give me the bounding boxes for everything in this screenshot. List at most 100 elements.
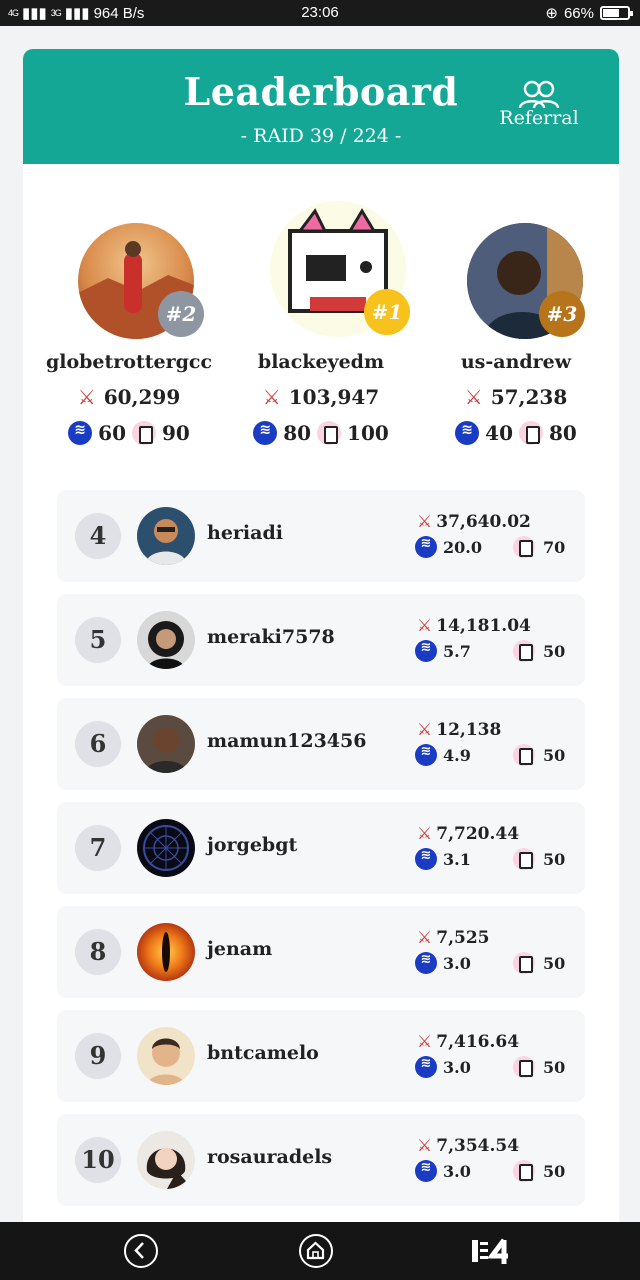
reward-stats: 3.1 50: [415, 848, 565, 870]
steem-token-icon: [415, 640, 437, 662]
pixel-value: 50: [543, 1057, 566, 1077]
pixel-token-icon: [513, 640, 535, 662]
rank-number: 5: [75, 617, 121, 663]
back-icon: [134, 1242, 144, 1259]
pixel-value: 50: [543, 745, 566, 765]
crossed-swords-icon: ⚔: [417, 720, 433, 740]
power-value: 37,640.02: [436, 512, 531, 532]
steem-token-icon: [253, 421, 278, 445]
leaderboard-row[interactable]: 7 jorgebgt ⚔7,720.44 3.1 50: [57, 802, 585, 894]
battery-percent: 66%: [563, 4, 594, 22]
rank-number: 8: [75, 929, 121, 975]
steem-value: 60: [98, 421, 126, 445]
leaderboard-row[interactable]: 5 meraki7578 ⚔14,181.04 5.7 50: [57, 594, 585, 686]
power-value: 57,238: [490, 385, 568, 409]
steem-value: 3.0: [443, 1161, 471, 1181]
power-stat: ⚔ 14,181.04: [417, 616, 531, 636]
pixel-value: 80: [549, 421, 577, 445]
steem-value: 3.0: [443, 953, 471, 973]
crossed-swords-icon: ⚔: [417, 1032, 433, 1052]
power-value: 7,525: [436, 928, 490, 948]
power-value: 14,181.04: [436, 616, 531, 636]
power-value: 7,720.44: [436, 824, 520, 844]
rotation-lock-icon: ⊕: [545, 5, 558, 22]
pixel-token-icon: [317, 421, 342, 445]
steem-value: 3.1: [443, 849, 471, 869]
pixel-token-icon: [519, 421, 543, 445]
steem-value: 5.7: [443, 641, 471, 661]
battery-icon: [600, 6, 633, 20]
power-value: 12,138: [436, 720, 502, 740]
leaderboard-row[interactable]: 8 jenam ⚔7,525 3.0 50: [57, 906, 585, 998]
avatar: [137, 1131, 195, 1189]
reward-stats: 60 90: [34, 421, 224, 445]
steem-token-icon: [415, 744, 437, 766]
pixel-value: 50: [543, 849, 566, 869]
power-stat: ⚔ 57,238: [421, 385, 611, 409]
referral-label: Referral: [499, 107, 579, 129]
menu-button[interactable]: [470, 1234, 508, 1268]
podium-username: blackeyedm: [257, 351, 385, 373]
home-icon: [306, 1241, 325, 1260]
avatar: [137, 819, 195, 877]
podium-username: us-andrew: [460, 351, 572, 373]
rank-number: 10: [75, 1137, 121, 1183]
steem-token-icon: [415, 952, 437, 974]
leaderboard-list: 4 heriadi ⚔37,640.02 20.070 5 meraki7578…: [57, 490, 585, 1218]
reward-stats: 4.9 50: [415, 744, 565, 766]
power-stat: ⚔ 103,947: [226, 385, 416, 409]
pixel-value: 50: [543, 641, 566, 661]
pixel-value: 90: [162, 421, 190, 445]
pixel-token-icon: [513, 848, 535, 870]
crossed-swords-icon: ⚔: [464, 385, 483, 409]
clock: 23:06: [301, 4, 339, 21]
rank-number: 4: [75, 513, 121, 559]
steem-token-icon: [68, 421, 93, 445]
pixel-value: 50: [543, 953, 566, 973]
back-button[interactable]: [124, 1234, 158, 1268]
podium-username: globetrottergcc: [45, 351, 213, 373]
pixel-token-icon: [513, 1056, 535, 1078]
pixel-value: 70: [543, 537, 566, 557]
row-username: meraki7578: [207, 626, 335, 648]
leaderboard-row[interactable]: 6 mamun123456 ⚔12,138 4.9 50: [57, 698, 585, 790]
rank-badge: #2: [158, 291, 204, 337]
power-value: 7,354.54: [436, 1136, 520, 1156]
rank-number: 6: [75, 721, 121, 767]
power-stat: ⚔ 7,416.64: [417, 1032, 519, 1052]
reward-stats: 80 100: [226, 421, 416, 445]
menu-icon: [472, 1238, 508, 1264]
users-icon: [518, 80, 560, 109]
reward-stats: 20.0 70: [415, 536, 565, 558]
steem-token-icon: [415, 536, 437, 558]
leaderboard-row[interactable]: 9 bntcamelo ⚔7,416.64 3.0 50: [57, 1010, 585, 1102]
row-username: jorgebgt: [207, 834, 298, 856]
power-stat: ⚔ 12,138: [417, 720, 501, 740]
power-stat: ⚔ 7,525: [417, 928, 489, 948]
steem-value: 20.0: [443, 537, 482, 557]
reward-stats: 3.0 50: [415, 1056, 565, 1078]
steem-value: 40: [485, 421, 513, 445]
power-stat: ⚔ 7,720.44: [417, 824, 519, 844]
pixel-token-icon: [513, 952, 535, 974]
reward-stats: 5.7 50: [415, 640, 565, 662]
leaderboard-row[interactable]: 10 rosauradels ⚔7,354.54 3.0 50: [57, 1114, 585, 1206]
reward-stats: 3.0 50: [415, 1160, 565, 1182]
leaderboard-row[interactable]: 4 heriadi ⚔37,640.02 20.0 70: [57, 490, 585, 582]
power-value: 60,299: [103, 385, 181, 409]
crossed-swords-icon: ⚔: [262, 385, 281, 409]
row-username: bntcamelo: [207, 1042, 319, 1064]
home-button[interactable]: [299, 1234, 333, 1268]
pixel-token-icon: [132, 421, 156, 445]
row-username: jenam: [207, 938, 273, 960]
battery-status: ⊕ 66%: [545, 4, 633, 22]
reward-stats: 40 80: [421, 421, 611, 445]
pixel-token-icon: [513, 1160, 535, 1182]
rank-number: 7: [75, 825, 121, 871]
avatar: [137, 507, 195, 565]
power-value: 7,416.64: [436, 1032, 520, 1052]
reward-stats: 3.0 50: [415, 952, 565, 974]
steem-value: 3.0: [443, 1057, 471, 1077]
referral-button[interactable]: Referral: [499, 79, 579, 129]
status-bar: 4G ▮▮▮ 3G ▮▮▮ 964 B/s 23:06 ⊕ 66%: [0, 0, 640, 26]
